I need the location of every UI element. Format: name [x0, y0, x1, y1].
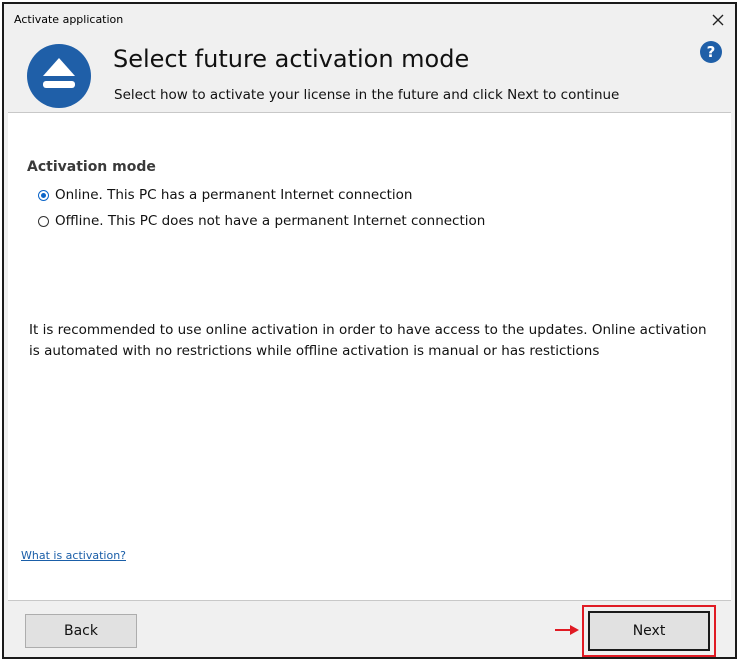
- radio-online[interactable]: Online. This PC has a permanent Internet…: [38, 187, 412, 203]
- main-content: Activation mode Online. This PC has a pe…: [8, 112, 731, 601]
- red-arrow-icon: [555, 625, 579, 635]
- upload-logo-icon: [27, 44, 91, 108]
- next-button[interactable]: Next: [588, 611, 710, 651]
- activation-dialog: Activate application Select future activ…: [2, 2, 737, 659]
- recommendation-text: It is recommended to use online activati…: [29, 322, 707, 359]
- radio-online-button[interactable]: [38, 189, 49, 201]
- window-title: Activate application: [14, 13, 124, 26]
- page-subtitle: Select how to activate your license in t…: [114, 87, 620, 103]
- radio-online-label: Online. This PC has a permanent Internet…: [55, 187, 413, 203]
- dialog-footer: Back Next: [4, 601, 735, 657]
- back-button[interactable]: Back: [25, 614, 137, 648]
- title-bar: Activate application: [4, 4, 735, 34]
- close-button[interactable]: [705, 7, 731, 33]
- page-title: Select future activation mode: [113, 45, 470, 73]
- help-icon-glyph: ?: [707, 43, 716, 61]
- what-is-activation-link[interactable]: What is activation?: [21, 549, 126, 562]
- radio-offline-label: Offline. This PC does not have a permane…: [55, 213, 486, 229]
- activation-mode-label: Activation mode: [27, 159, 156, 175]
- dialog-header: Select future activation mode Select how…: [4, 34, 735, 112]
- help-icon[interactable]: ?: [700, 41, 722, 63]
- close-icon: [712, 14, 724, 26]
- radio-offline[interactable]: Offline. This PC does not have a permane…: [38, 213, 485, 229]
- radio-offline-button[interactable]: [38, 215, 49, 227]
